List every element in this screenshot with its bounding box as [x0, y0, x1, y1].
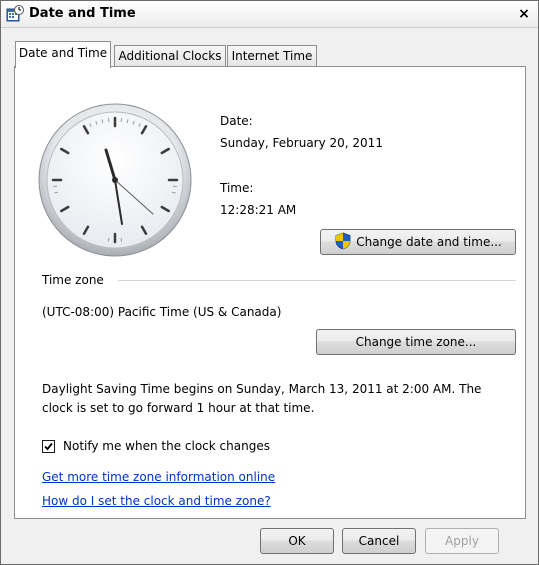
- date-value: Sunday, February 20, 2011: [220, 136, 383, 150]
- tab-internet-time[interactable]: Internet Time: [227, 45, 317, 67]
- notify-checkbox-label[interactable]: Notify me when the clock changes: [63, 439, 270, 453]
- change-date-and-time-button[interactable]: Change date and time...: [320, 229, 516, 255]
- time-zone-section-label: Time zone: [42, 273, 104, 287]
- date-label: Date:: [220, 114, 253, 128]
- close-icon[interactable]: ×: [516, 7, 532, 23]
- more-time-zone-info-link[interactable]: Get more time zone information online: [42, 470, 275, 484]
- change-date-and-time-label: Change date and time...: [356, 235, 502, 249]
- time-value: 12:28:21 AM: [220, 203, 297, 217]
- cancel-button[interactable]: Cancel: [342, 528, 416, 554]
- uac-shield-icon: [335, 232, 351, 250]
- dst-info-line-1: Daylight Saving Time begins on Sunday, M…: [42, 382, 482, 396]
- tab-date-and-time[interactable]: Date and Time: [15, 41, 111, 68]
- checkmark-icon: [44, 442, 53, 451]
- analog-clock: [38, 103, 192, 257]
- time-zone-divider: [118, 280, 516, 281]
- apply-button[interactable]: Apply: [425, 528, 499, 554]
- tab-panel-date-and-time: Date: Sunday, February 20, 2011 Time: 12…: [14, 66, 526, 519]
- how-to-set-clock-link[interactable]: How do I set the clock and time zone?: [42, 494, 271, 508]
- window-title: Date and Time: [29, 6, 136, 21]
- change-time-zone-button[interactable]: Change time zone...: [316, 329, 516, 355]
- dst-info-line-2: clock is set to go forward 1 hour at tha…: [42, 401, 315, 415]
- tab-additional-clocks[interactable]: Additional Clocks: [114, 45, 226, 67]
- title-bar[interactable]: Date and Time ×: [1, 1, 538, 28]
- date-and-time-dialog: Date and Time × Date and Time Additional…: [0, 0, 539, 565]
- ok-button[interactable]: OK: [260, 528, 334, 554]
- time-zone-value: (UTC-08:00) Pacific Time (US & Canada): [42, 305, 282, 319]
- notify-checkbox[interactable]: [42, 440, 55, 453]
- datetime-app-icon: [6, 5, 24, 22]
- time-label: Time:: [220, 181, 254, 195]
